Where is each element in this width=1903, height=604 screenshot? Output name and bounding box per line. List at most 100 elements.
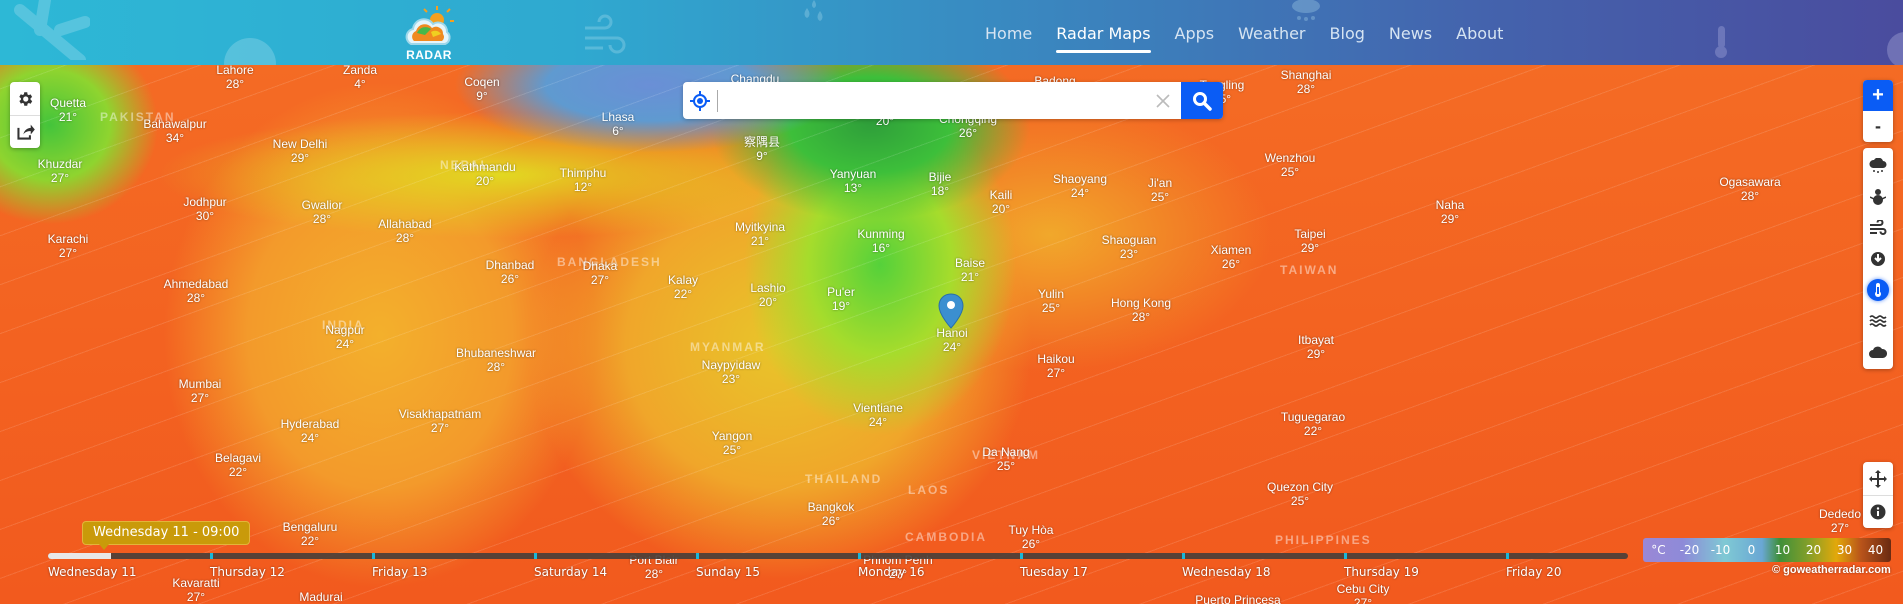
- city-label[interactable]: Quetta 21°: [50, 96, 86, 124]
- zoom-out-button[interactable]: -: [1863, 111, 1893, 142]
- clear-search-button[interactable]: [1145, 82, 1181, 119]
- city-label[interactable]: Karachi 27°: [48, 232, 89, 260]
- layer-rain[interactable]: [1863, 150, 1893, 181]
- timeline-slider[interactable]: [48, 553, 1628, 559]
- zoom-in-button[interactable]: +: [1863, 80, 1893, 111]
- timeline-day-label[interactable]: Thursday 19: [1344, 565, 1419, 579]
- timeline-day-label[interactable]: Wednesday 18: [1182, 565, 1271, 579]
- city-label[interactable]: Xiamen 26°: [1211, 243, 1252, 271]
- nav-radar-maps[interactable]: Radar Maps: [1056, 0, 1151, 65]
- search-input[interactable]: [718, 83, 1145, 118]
- city-label[interactable]: Shanghai 28°: [1281, 68, 1332, 96]
- city-label[interactable]: Gwalior 28°: [302, 198, 343, 226]
- nav-apps[interactable]: Apps: [1175, 0, 1215, 65]
- city-label[interactable]: New Delhi 29°: [273, 137, 328, 165]
- timeline-day-label[interactable]: Tuesday 17: [1020, 565, 1088, 579]
- timeline-day-label[interactable]: Saturday 14: [534, 565, 607, 579]
- city-label[interactable]: Baise 21°: [955, 256, 985, 284]
- city-label[interactable]: Nagpur 24°: [325, 323, 364, 351]
- city-label[interactable]: Kavaratti 27°: [172, 576, 219, 604]
- layer-waves[interactable]: [1863, 305, 1893, 336]
- city-label[interactable]: Zanda 4°: [343, 65, 377, 91]
- logo[interactable]: RADAR: [403, 6, 455, 62]
- city-label[interactable]: Yulin 25°: [1038, 287, 1064, 315]
- city-label[interactable]: Yangon 25°: [712, 429, 752, 457]
- city-label[interactable]: Madurai: [299, 590, 342, 604]
- layer-temperature[interactable]: [1863, 274, 1893, 305]
- timeline-day-tick: [858, 553, 861, 559]
- layer-clouds[interactable]: [1863, 336, 1893, 367]
- nav-weather[interactable]: Weather: [1238, 0, 1305, 65]
- city-label[interactable]: Dhaka 27°: [583, 259, 618, 287]
- city-label[interactable]: Bahawalpur 34°: [143, 117, 206, 145]
- city-label[interactable]: Haikou 27°: [1037, 352, 1074, 380]
- timeline-day-label[interactable]: Friday 13: [372, 565, 427, 579]
- city-label[interactable]: Pu'er 19°: [827, 285, 855, 313]
- timeline-day-label[interactable]: Thursday 12: [210, 565, 285, 579]
- city-label[interactable]: Visakhapatnam 27°: [399, 407, 482, 435]
- layer-pressure[interactable]: [1863, 243, 1893, 274]
- settings-button[interactable]: [10, 82, 40, 115]
- city-label[interactable]: Khuzdar 27°: [38, 157, 83, 185]
- city-label[interactable]: Ogasawara 28°: [1719, 175, 1780, 203]
- search-button[interactable]: [1181, 82, 1223, 119]
- city-label[interactable]: Bengaluru 22°: [283, 520, 338, 548]
- city-label[interactable]: Ahmedabad 28°: [164, 277, 229, 305]
- city-label[interactable]: Hyderabad 24°: [281, 417, 340, 445]
- city-label[interactable]: Lahore 28°: [216, 65, 253, 91]
- city-label[interactable]: Ji'an 25°: [1148, 176, 1172, 204]
- city-label[interactable]: Shaoyang 24°: [1053, 172, 1107, 200]
- city-label[interactable]: Kaili 20°: [990, 188, 1013, 216]
- city-label[interactable]: Naha 29°: [1436, 198, 1465, 226]
- city-label[interactable]: 察隅县 9°: [744, 135, 780, 163]
- city-label[interactable]: Naypyidaw 23°: [702, 358, 761, 386]
- city-label[interactable]: Jodhpur 30°: [183, 195, 226, 223]
- timeline-day-label[interactable]: Monday 16: [858, 565, 924, 579]
- layer-snow[interactable]: [1863, 181, 1893, 212]
- city-label[interactable]: Dhanbad 26°: [486, 258, 535, 286]
- city-label[interactable]: Bijie 18°: [929, 170, 952, 198]
- timeline-day-label[interactable]: Sunday 15: [696, 565, 760, 579]
- city-label[interactable]: Bhubaneshwar 28°: [456, 346, 536, 374]
- city-label[interactable]: Da Nang 25°: [982, 445, 1029, 473]
- layer-wind[interactable]: [1863, 212, 1893, 243]
- city-label[interactable]: Vientiane 24°: [853, 401, 903, 429]
- city-label[interactable]: Lhasa 6°: [602, 110, 635, 138]
- city-label[interactable]: Taipei 29°: [1294, 227, 1325, 255]
- city-label[interactable]: Tuy Hòa 26°: [1009, 523, 1054, 551]
- nav-home[interactable]: Home: [985, 0, 1032, 65]
- city-label[interactable]: Kathmandu 20°: [454, 160, 515, 188]
- temperature-map[interactable]: PAKISTAN NEPAL BANGLADESH INDIA MYANMAR LAOS T…: [0, 65, 1903, 604]
- city-label[interactable]: Belagavi 22°: [215, 451, 261, 479]
- share-button[interactable]: [10, 115, 40, 148]
- city-label[interactable]: Myitkyina 21°: [735, 220, 785, 248]
- location-pin-icon[interactable]: [938, 293, 964, 329]
- nav-about[interactable]: About: [1456, 0, 1503, 65]
- city-label[interactable]: Kalay 22°: [668, 273, 698, 301]
- city-label[interactable]: Wenzhou 25°: [1265, 151, 1315, 179]
- city-label[interactable]: Mumbai 27°: [179, 377, 222, 405]
- city-label[interactable]: Yanyuan 13°: [830, 167, 876, 195]
- city-label[interactable]: Tuguegarao 22°: [1281, 410, 1345, 438]
- city-label[interactable]: Hanoi 24°: [936, 326, 967, 354]
- city-label[interactable]: Dededo 27°: [1819, 507, 1861, 535]
- city-label[interactable]: Cebu City 27°: [1337, 582, 1390, 604]
- city-label[interactable]: Shaoguan 23°: [1102, 233, 1157, 261]
- timeline-day-label[interactable]: Friday 20: [1506, 565, 1561, 579]
- timeline-day-label[interactable]: Wednesday 11: [48, 565, 137, 579]
- city-label[interactable]: Lashio 20°: [750, 281, 785, 309]
- city-label[interactable]: Bangkok 26°: [808, 500, 855, 528]
- city-label[interactable]: Quezon City 25°: [1267, 480, 1333, 508]
- nav-news[interactable]: News: [1389, 0, 1432, 65]
- city-label[interactable]: Coqen 9°: [464, 75, 499, 103]
- city-label[interactable]: Thimphu 12°: [560, 166, 607, 194]
- nav-blog[interactable]: Blog: [1330, 0, 1365, 65]
- city-label[interactable]: Itbayat 29°: [1298, 333, 1334, 361]
- city-label[interactable]: Puerto Princesa: [1195, 593, 1280, 604]
- city-label[interactable]: Allahabad 28°: [378, 217, 431, 245]
- my-location-button[interactable]: [683, 82, 717, 119]
- info-button[interactable]: [1863, 495, 1893, 528]
- city-label[interactable]: Kunming 16°: [857, 227, 904, 255]
- city-label[interactable]: Hong Kong 28°: [1111, 296, 1171, 324]
- pan-button[interactable]: [1863, 462, 1893, 495]
